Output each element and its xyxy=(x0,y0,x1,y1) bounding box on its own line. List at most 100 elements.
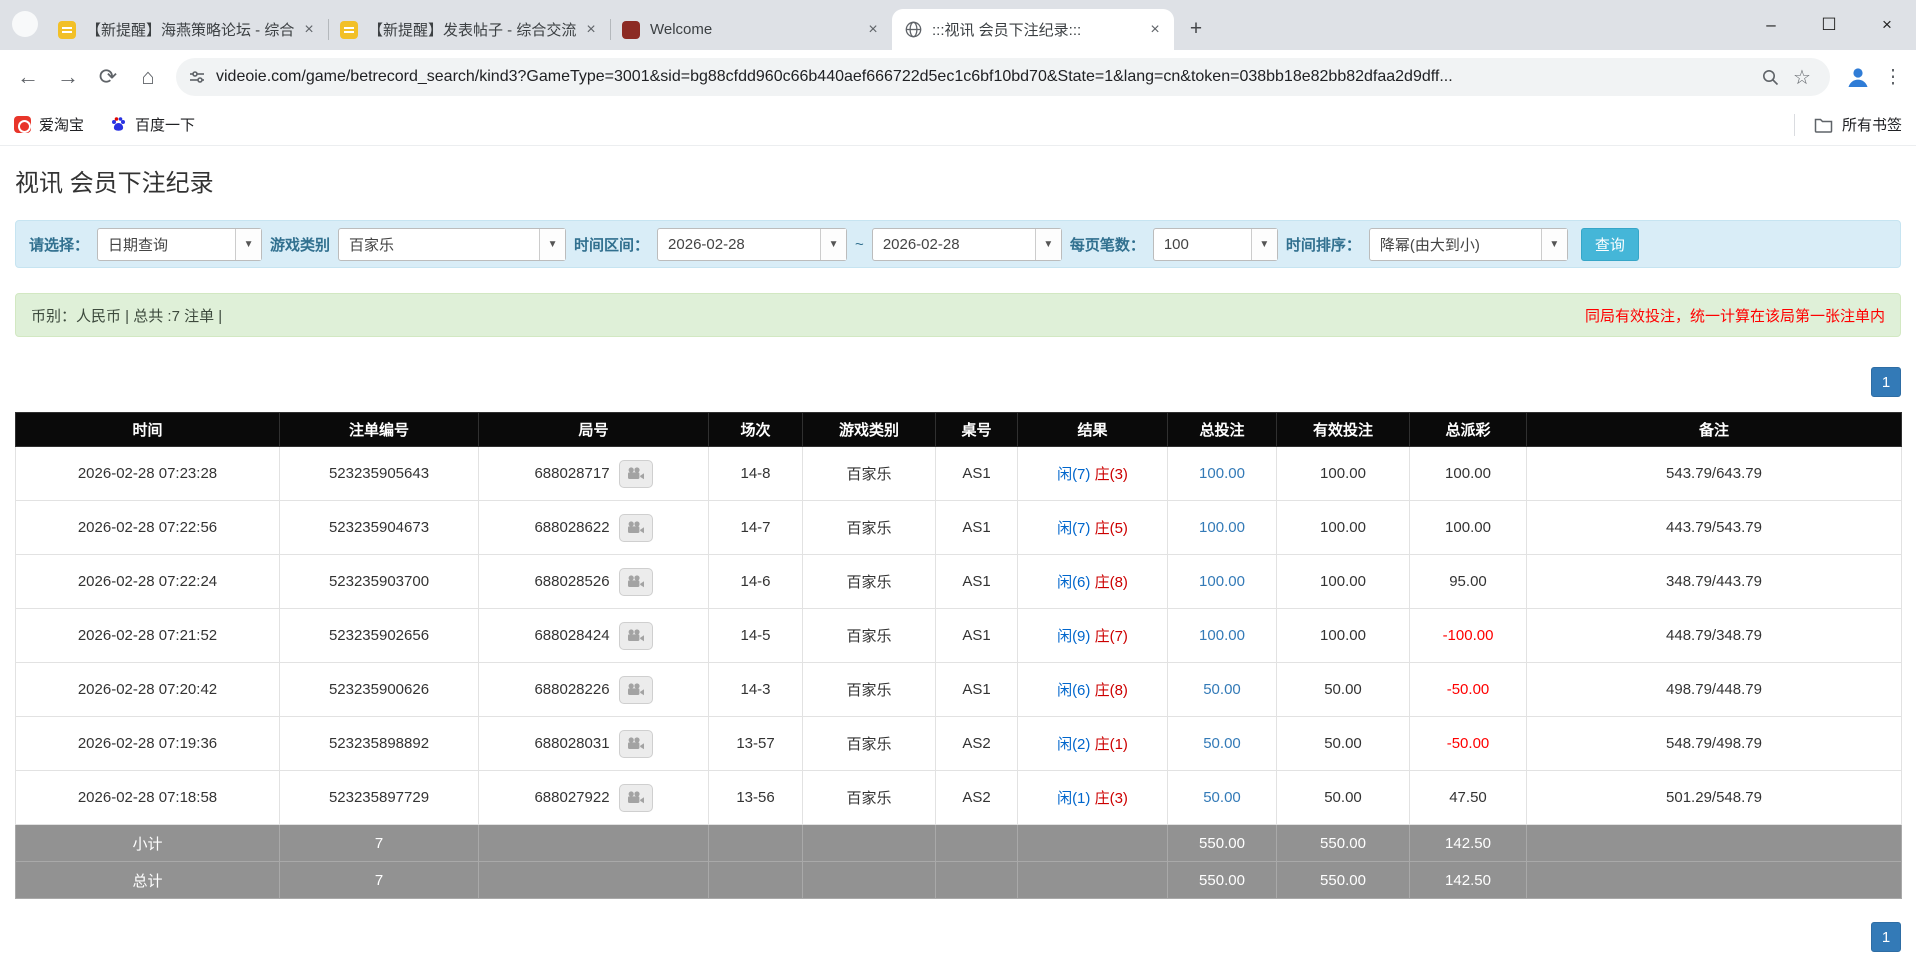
url-text[interactable]: videoie.com/game/betrecord_search/kind3?… xyxy=(216,68,1754,86)
all-bookmarks[interactable]: 所有书签 xyxy=(1794,114,1902,136)
page-size-select[interactable]: 100 ▼ xyxy=(1153,228,1278,261)
date-from-select[interactable]: 2026-02-28 ▼ xyxy=(657,228,847,261)
cell-result: 闲(1) 庄(3) xyxy=(1018,771,1168,825)
cell-bet-id: 523235905643 xyxy=(280,447,479,501)
cell-round: 688028424 xyxy=(479,609,709,663)
column-header: 备注 xyxy=(1527,413,1902,447)
date-range-label: 时间区间： xyxy=(574,234,649,255)
tab-close-icon[interactable]: × xyxy=(1146,21,1164,39)
cell-note: 448.79/348.79 xyxy=(1527,609,1902,663)
table-row: 2026-02-28 07:22:24 523235903700 6880285… xyxy=(16,555,1902,609)
cell-total-bet-link[interactable]: 100.00 xyxy=(1168,555,1277,609)
page-1-button[interactable]: 1 xyxy=(1871,922,1901,952)
cell-session: 13-56 xyxy=(709,771,803,825)
cell-result: 闲(7) 庄(3) xyxy=(1018,447,1168,501)
video-replay-button[interactable] xyxy=(619,568,653,596)
close-button[interactable]: × xyxy=(1858,0,1916,50)
query-type-select[interactable]: 日期查询 ▼ xyxy=(97,228,262,261)
cell-table-no: AS1 xyxy=(936,501,1018,555)
zoom-icon[interactable] xyxy=(1754,68,1786,87)
video-replay-button[interactable] xyxy=(619,622,653,650)
column-header: 注单编号 xyxy=(280,413,479,447)
cell-table-no: AS2 xyxy=(936,717,1018,771)
cell-round: 688028031 xyxy=(479,717,709,771)
video-replay-button[interactable] xyxy=(619,676,653,704)
tab-close-icon[interactable]: × xyxy=(864,21,882,39)
browser-window: 【新提醒】海燕策略论坛 - 综合 × 【新提醒】发表帖子 - 综合交流 × We… xyxy=(0,0,1916,146)
cell-result: 闲(6) 庄(8) xyxy=(1018,555,1168,609)
home-button[interactable]: ⌂ xyxy=(128,57,168,97)
cell-game: 百家乐 xyxy=(803,555,936,609)
bookmark-aitaobao[interactable]: 爱淘宝 xyxy=(14,114,84,135)
cell-total-bet-link[interactable]: 50.00 xyxy=(1168,717,1277,771)
chevron-down-icon[interactable]: ▼ xyxy=(1251,229,1277,260)
cell-bet-id: 523235898892 xyxy=(280,717,479,771)
cell-table-no: AS1 xyxy=(936,555,1018,609)
tab-title: 【新提醒】海燕策略论坛 - 综合 xyxy=(86,19,294,40)
chevron-down-icon[interactable]: ▼ xyxy=(1035,229,1061,260)
tab-close-icon[interactable]: × xyxy=(582,21,600,39)
tab-close-icon[interactable]: × xyxy=(300,21,318,39)
tab-title: Welcome xyxy=(650,21,858,38)
cell-note: 443.79/543.79 xyxy=(1527,501,1902,555)
chevron-down-icon[interactable]: ▼ xyxy=(820,229,846,260)
cell-total-bet-link[interactable]: 50.00 xyxy=(1168,663,1277,717)
subtotal-row: 小计 7 550.00 550.00 142.50 xyxy=(16,825,1902,862)
cell-game: 百家乐 xyxy=(803,501,936,555)
minimize-button[interactable]: – xyxy=(1742,0,1800,50)
cell-time: 2026-02-28 07:20:42 xyxy=(16,663,280,717)
tab-welcome[interactable]: Welcome × xyxy=(610,9,892,50)
video-replay-button[interactable] xyxy=(619,460,653,488)
select-type-label: 请选择： xyxy=(29,234,89,255)
cell-total-bet-link[interactable]: 100.00 xyxy=(1168,501,1277,555)
search-button[interactable]: 查询 xyxy=(1581,228,1639,261)
cell-table-no: AS1 xyxy=(936,447,1018,501)
column-header: 局号 xyxy=(479,413,709,447)
pagination-top: 1 xyxy=(15,367,1901,397)
chevron-down-icon[interactable]: ▼ xyxy=(1541,229,1567,260)
tabs: 【新提醒】海燕策略论坛 - 综合 × 【新提醒】发表帖子 - 综合交流 × We… xyxy=(46,0,1174,50)
cell-game: 百家乐 xyxy=(803,447,936,501)
cell-valid-bet: 50.00 xyxy=(1277,663,1410,717)
tab-forum-2[interactable]: 【新提醒】发表帖子 - 综合交流 × xyxy=(328,9,610,50)
reload-button[interactable]: ⟳ xyxy=(88,57,128,97)
new-tab-button[interactable]: + xyxy=(1182,15,1210,43)
cell-total-bet-link[interactable]: 100.00 xyxy=(1168,609,1277,663)
cell-time: 2026-02-28 07:18:58 xyxy=(16,771,280,825)
address-bar[interactable]: videoie.com/game/betrecord_search/kind3?… xyxy=(176,58,1830,96)
bookmarks-bar: 爱淘宝 百度一下 所有书签 xyxy=(0,104,1916,146)
game-type-select[interactable]: 百家乐 ▼ xyxy=(338,228,566,261)
site-settings-icon[interactable] xyxy=(188,68,206,86)
cell-session: 14-3 xyxy=(709,663,803,717)
cell-bet-id: 523235902656 xyxy=(280,609,479,663)
cell-bet-id: 523235897729 xyxy=(280,771,479,825)
video-replay-button[interactable] xyxy=(619,730,653,758)
cell-total-bet-link[interactable]: 100.00 xyxy=(1168,447,1277,501)
date-to-select[interactable]: 2026-02-28 ▼ xyxy=(872,228,1062,261)
video-replay-button[interactable] xyxy=(619,514,653,542)
profile-avatar-icon[interactable] xyxy=(1842,61,1874,93)
forum-favicon xyxy=(58,21,76,39)
column-header: 场次 xyxy=(709,413,803,447)
forward-button[interactable]: → xyxy=(48,57,88,97)
page-1-button[interactable]: 1 xyxy=(1871,367,1901,397)
pagination-bottom: 1 xyxy=(15,922,1901,952)
cell-game: 百家乐 xyxy=(803,717,936,771)
tab-forum-1[interactable]: 【新提醒】海燕策略论坛 - 综合 × xyxy=(46,9,328,50)
cell-total-bet-link[interactable]: 50.00 xyxy=(1168,771,1277,825)
maximize-button[interactable]: ☐ xyxy=(1800,0,1858,50)
tab-bet-records[interactable]: :::视讯 会员下注纪录::: × xyxy=(892,9,1174,50)
cell-bet-id: 523235900626 xyxy=(280,663,479,717)
chevron-down-icon[interactable]: ▼ xyxy=(539,229,565,260)
table-row: 2026-02-28 07:22:56 523235904673 6880286… xyxy=(16,501,1902,555)
chevron-down-icon[interactable]: ▼ xyxy=(235,229,261,260)
game-type-label: 游戏类别 xyxy=(270,234,330,255)
globe-icon xyxy=(904,21,922,39)
sort-order-select[interactable]: 降幂(由大到小) ▼ xyxy=(1369,228,1568,261)
bookmark-baidu[interactable]: 百度一下 xyxy=(110,114,195,135)
back-button[interactable]: ← xyxy=(8,57,48,97)
cell-payout: -100.00 xyxy=(1410,609,1527,663)
bookmark-star-icon[interactable]: ☆ xyxy=(1786,65,1818,90)
video-replay-button[interactable] xyxy=(619,784,653,812)
browser-menu-icon[interactable]: ⋮ xyxy=(1878,66,1908,89)
